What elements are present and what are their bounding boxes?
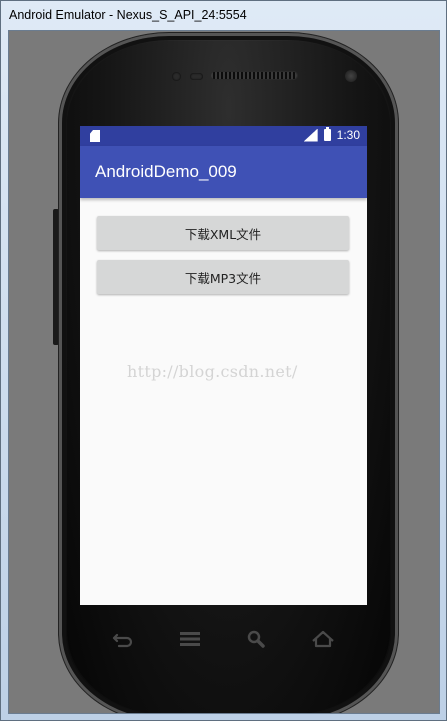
status-clock: 1:30 — [336, 128, 360, 142]
window-titlebar[interactable]: Android Emulator - Nexus_S_API_24:5554 — [1, 1, 446, 29]
app-toolbar: AndroidDemo_009 — [80, 146, 367, 198]
signal-icon: LTE — [303, 126, 318, 142]
earpiece-speaker-icon — [211, 72, 297, 79]
sd-card-icon — [90, 130, 100, 142]
home-icon[interactable] — [311, 629, 335, 649]
window-title: Android Emulator - Nexus_S_API_24:5554 — [9, 8, 247, 22]
proximity-sensor-icon — [172, 72, 181, 81]
download-mp3-button[interactable]: 下载MP3文件 — [97, 260, 349, 294]
app-title: AndroidDemo_009 — [95, 162, 237, 181]
back-icon[interactable] — [111, 629, 135, 649]
battery-icon — [323, 127, 331, 141]
front-camera-icon — [345, 70, 357, 82]
search-icon[interactable] — [244, 629, 268, 649]
device-screen: LTE 1:30 AndroidDemo_009 下载XML文件 下载MP3文件… — [80, 126, 367, 605]
download-xml-button[interactable]: 下载XML文件 — [97, 216, 349, 250]
network-type-label: LTE — [303, 126, 315, 134]
emulator-window: Android Emulator - Nexus_S_API_24:5554 L… — [0, 0, 447, 721]
status-bar: LTE 1:30 — [80, 126, 367, 146]
light-sensor-icon — [190, 73, 203, 80]
menu-icon[interactable] — [178, 629, 202, 649]
watermark-text: http://blog.csdn.net/ — [127, 362, 298, 381]
